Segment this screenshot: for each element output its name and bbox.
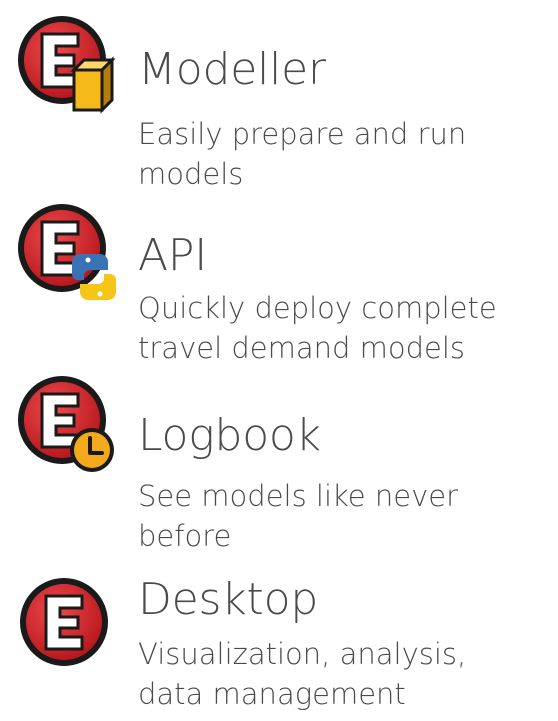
description-line: before: [138, 519, 232, 553]
product-description: See models like never before: [138, 476, 548, 556]
emme-desktop-icon: [14, 572, 124, 682]
emme-logbook-icon: [14, 372, 124, 482]
description-line: Quickly deploy complete: [138, 291, 497, 325]
product-title: Logbook: [138, 410, 321, 461]
product-description: Visualization, analysis, data management: [138, 634, 548, 714]
product-title: API: [138, 230, 208, 281]
emme-api-icon: [14, 200, 124, 310]
description-line: travel demand models: [138, 331, 466, 365]
description-line: Visualization, analysis,: [138, 637, 467, 671]
description-line: Easily prepare and run: [138, 117, 467, 151]
product-title: Modeller: [138, 44, 326, 95]
product-description: Quickly deploy complete travel demand mo…: [138, 288, 548, 368]
description-line: models: [138, 157, 244, 191]
emme-modeller-icon: [14, 12, 124, 122]
product-title: Desktop: [138, 574, 319, 625]
product-desktop: Desktop Visualization, analysis, data ma…: [0, 560, 558, 721]
description-line: See models like never: [138, 479, 459, 513]
product-modeller: Modeller Easily prepare and run models: [0, 0, 558, 191]
description-line: data management: [138, 677, 406, 711]
product-api: API Quickly deploy complete travel deman…: [0, 190, 558, 370]
product-logbook: Logbook See models like never before: [0, 370, 558, 560]
product-description: Easily prepare and run models: [138, 114, 548, 194]
